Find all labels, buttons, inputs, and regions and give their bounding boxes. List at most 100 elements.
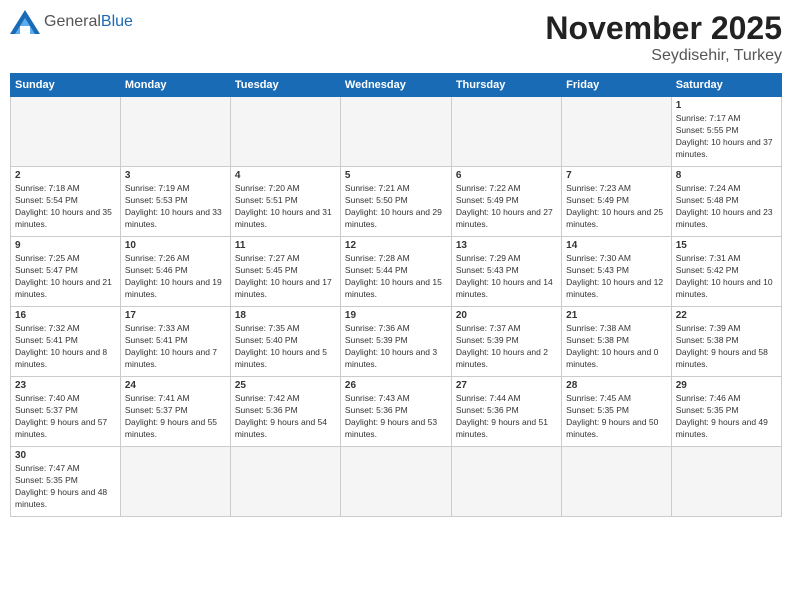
calendar-week-1: 2 Sunrise: 7:18 AMSunset: 5:54 PMDaylight… <box>11 167 782 237</box>
cell-day-number: 14 <box>566 240 667 251</box>
cell-info: Sunrise: 7:35 AMSunset: 5:40 PMDaylight:… <box>235 323 336 371</box>
logo-blue: Blue <box>101 13 133 30</box>
calendar-cell: 18 Sunrise: 7:35 AMSunset: 5:40 PMDayligh… <box>230 307 340 377</box>
cell-info: Sunrise: 7:47 AMSunset: 5:35 PMDaylight:… <box>15 463 116 511</box>
cell-day-number: 4 <box>235 170 336 181</box>
cell-day-number: 6 <box>456 170 557 181</box>
cell-day-number: 5 <box>345 170 447 181</box>
calendar-cell: 15 Sunrise: 7:31 AMSunset: 5:42 PMDayligh… <box>671 237 781 307</box>
cell-info: Sunrise: 7:37 AMSunset: 5:39 PMDaylight:… <box>456 323 557 371</box>
cell-info: Sunrise: 7:39 AMSunset: 5:38 PMDaylight:… <box>676 323 777 371</box>
cell-day-number: 26 <box>345 380 447 391</box>
cell-info: Sunrise: 7:24 AMSunset: 5:48 PMDaylight:… <box>676 183 777 231</box>
day-header-saturday: Saturday <box>671 74 781 97</box>
calendar-cell <box>671 447 781 517</box>
calendar-cell: 20 Sunrise: 7:37 AMSunset: 5:39 PMDayligh… <box>451 307 561 377</box>
day-header-sunday: Sunday <box>11 74 121 97</box>
calendar-cell: 23 Sunrise: 7:40 AMSunset: 5:37 PMDayligh… <box>11 377 121 447</box>
cell-info: Sunrise: 7:40 AMSunset: 5:37 PMDaylight:… <box>15 393 116 441</box>
calendar-cell: 10Sunrise: 7:26 AMSunset: 5:46 PMDayligh… <box>120 237 230 307</box>
cell-day-number: 7 <box>566 170 667 181</box>
cell-info: Sunrise: 7:22 AMSunset: 5:49 PMDaylight:… <box>456 183 557 231</box>
calendar-cell: 25 Sunrise: 7:42 AMSunset: 5:36 PMDayligh… <box>230 377 340 447</box>
calendar-cell <box>451 97 561 167</box>
cell-day-number: 8 <box>676 170 777 181</box>
day-header-monday: Monday <box>120 74 230 97</box>
cell-day-number: 19 <box>345 310 447 321</box>
cell-day-number: 17 <box>125 310 226 321</box>
day-header-friday: Friday <box>562 74 672 97</box>
cell-day-number: 20 <box>456 310 557 321</box>
cell-info: Sunrise: 7:43 AMSunset: 5:36 PMDaylight:… <box>345 393 447 441</box>
calendar-body: 1 Sunrise: 7:17 AMSunset: 5:55 PMDaylight… <box>11 97 782 517</box>
day-headers-row: SundayMondayTuesdayWednesdayThursdayFrid… <box>11 74 782 97</box>
calendar-cell: 29 Sunrise: 7:46 AMSunset: 5:35 PMDayligh… <box>671 377 781 447</box>
cell-info: Sunrise: 7:30 AMSunset: 5:43 PMDaylight:… <box>566 253 667 301</box>
calendar-cell: 17 Sunrise: 7:33 AMSunset: 5:41 PMDayligh… <box>120 307 230 377</box>
calendar-cell <box>340 447 451 517</box>
cell-info: Sunrise: 7:23 AMSunset: 5:49 PMDaylight:… <box>566 183 667 231</box>
cell-day-number: 28 <box>566 380 667 391</box>
cell-day-number: 11 <box>235 240 336 251</box>
cell-info: Sunrise: 7:18 AMSunset: 5:54 PMDaylight:… <box>15 183 116 231</box>
calendar-cell: 27Sunrise: 7:44 AMSunset: 5:36 PMDayligh… <box>451 377 561 447</box>
calendar-cell: 14 Sunrise: 7:30 AMSunset: 5:43 PMDayligh… <box>562 237 672 307</box>
cell-info: Sunrise: 7:17 AMSunset: 5:55 PMDaylight:… <box>676 113 777 161</box>
header: GeneralBlue November 2025 Seydisehir, Tu… <box>10 10 782 65</box>
calendar-cell: 2 Sunrise: 7:18 AMSunset: 5:54 PMDaylight… <box>11 167 121 237</box>
calendar-header: SundayMondayTuesdayWednesdayThursdayFrid… <box>11 74 782 97</box>
calendar-cell: 13Sunrise: 7:29 AMSunset: 5:43 PMDayligh… <box>451 237 561 307</box>
calendar-week-3: 16Sunrise: 7:32 AMSunset: 5:41 PMDayligh… <box>11 307 782 377</box>
calendar: SundayMondayTuesdayWednesdayThursdayFrid… <box>10 73 782 517</box>
cell-info: Sunrise: 7:42 AMSunset: 5:36 PMDaylight:… <box>235 393 336 441</box>
calendar-cell: 30 Sunrise: 7:47 AMSunset: 5:35 PMDayligh… <box>11 447 121 517</box>
calendar-week-2: 9Sunrise: 7:25 AMSunset: 5:47 PMDaylight… <box>11 237 782 307</box>
cell-day-number: 1 <box>676 100 777 111</box>
logo-icon <box>10 10 40 34</box>
calendar-cell: 3 Sunrise: 7:19 AMSunset: 5:53 PMDaylight… <box>120 167 230 237</box>
cell-day-number: 24 <box>125 380 226 391</box>
month-title: November 2025 <box>545 10 782 47</box>
cell-day-number: 23 <box>15 380 116 391</box>
calendar-cell: 16Sunrise: 7:32 AMSunset: 5:41 PMDayligh… <box>11 307 121 377</box>
cell-day-number: 18 <box>235 310 336 321</box>
cell-day-number: 13 <box>456 240 557 251</box>
cell-info: Sunrise: 7:21 AMSunset: 5:50 PMDaylight:… <box>345 183 447 231</box>
location: Seydisehir, Turkey <box>545 47 782 65</box>
calendar-cell <box>11 97 121 167</box>
calendar-cell: 1 Sunrise: 7:17 AMSunset: 5:55 PMDaylight… <box>671 97 781 167</box>
cell-info: Sunrise: 7:19 AMSunset: 5:53 PMDaylight:… <box>125 183 226 231</box>
calendar-cell: 9Sunrise: 7:25 AMSunset: 5:47 PMDaylight… <box>11 237 121 307</box>
cell-day-number: 25 <box>235 380 336 391</box>
calendar-cell: 12Sunrise: 7:28 AMSunset: 5:44 PMDayligh… <box>340 237 451 307</box>
cell-info: Sunrise: 7:20 AMSunset: 5:51 PMDaylight:… <box>235 183 336 231</box>
cell-info: Sunrise: 7:26 AMSunset: 5:46 PMDaylight:… <box>125 253 226 301</box>
cell-info: Sunrise: 7:28 AMSunset: 5:44 PMDaylight:… <box>345 253 447 301</box>
cell-day-number: 15 <box>676 240 777 251</box>
calendar-cell <box>120 447 230 517</box>
logo: GeneralBlue <box>10 10 133 34</box>
day-header-tuesday: Tuesday <box>230 74 340 97</box>
cell-info: Sunrise: 7:45 AMSunset: 5:35 PMDaylight:… <box>566 393 667 441</box>
calendar-cell <box>562 447 672 517</box>
cell-info: Sunrise: 7:31 AMSunset: 5:42 PMDaylight:… <box>676 253 777 301</box>
page: GeneralBlue November 2025 Seydisehir, Tu… <box>0 0 792 612</box>
cell-info: Sunrise: 7:38 AMSunset: 5:38 PMDaylight:… <box>566 323 667 371</box>
calendar-cell: 5 Sunrise: 7:21 AMSunset: 5:50 PMDaylight… <box>340 167 451 237</box>
cell-day-number: 30 <box>15 450 116 461</box>
cell-day-number: 29 <box>676 380 777 391</box>
calendar-cell: 19 Sunrise: 7:36 AMSunset: 5:39 PMDayligh… <box>340 307 451 377</box>
cell-info: Sunrise: 7:44 AMSunset: 5:36 PMDaylight:… <box>456 393 557 441</box>
cell-day-number: 2 <box>15 170 116 181</box>
calendar-cell <box>340 97 451 167</box>
logo-general: General <box>44 13 101 30</box>
calendar-cell <box>562 97 672 167</box>
cell-info: Sunrise: 7:36 AMSunset: 5:39 PMDaylight:… <box>345 323 447 371</box>
cell-day-number: 3 <box>125 170 226 181</box>
calendar-cell: 6 Sunrise: 7:22 AMSunset: 5:49 PMDaylight… <box>451 167 561 237</box>
logo-text: GeneralBlue <box>44 13 133 31</box>
day-header-wednesday: Wednesday <box>340 74 451 97</box>
cell-info: Sunrise: 7:33 AMSunset: 5:41 PMDaylight:… <box>125 323 226 371</box>
calendar-week-5: 30 Sunrise: 7:47 AMSunset: 5:35 PMDayligh… <box>11 447 782 517</box>
cell-info: Sunrise: 7:46 AMSunset: 5:35 PMDaylight:… <box>676 393 777 441</box>
